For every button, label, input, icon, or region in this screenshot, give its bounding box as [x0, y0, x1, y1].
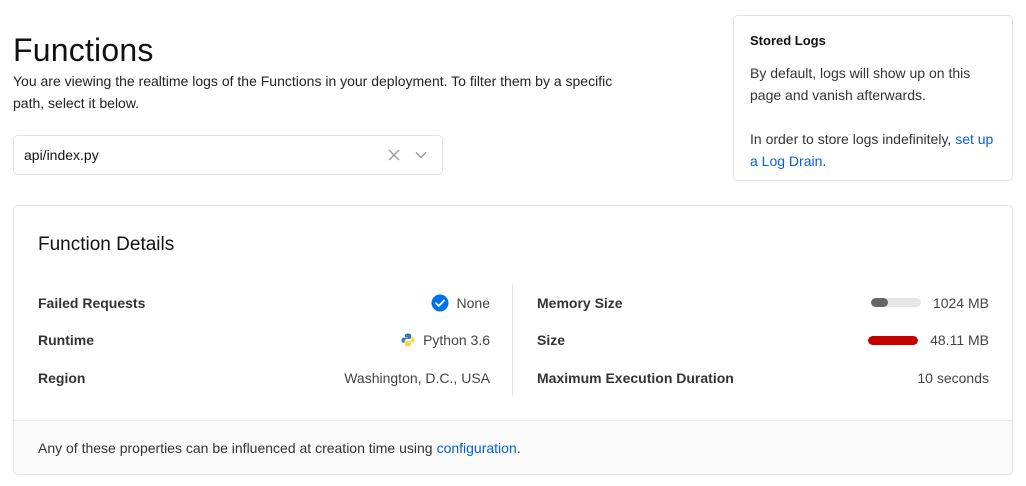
stored-logs-text: By default, logs will show up on this pa… — [750, 65, 971, 103]
path-select-value: api/index.py — [24, 147, 99, 163]
detail-value: Washington, D.C., USA — [344, 369, 490, 386]
details-footer: Any of these properties can be influence… — [14, 420, 1012, 474]
detail-label: Size — [537, 332, 566, 349]
page-title: Functions — [13, 32, 154, 68]
detail-value-wrap: Python 3.6 — [401, 332, 490, 348]
footer-suffix: . — [516, 439, 521, 456]
detail-label: Memory Size — [537, 294, 623, 311]
function-details-card: Function Details Failed Requests None Ru… — [13, 205, 1013, 475]
detail-value: None — [456, 294, 490, 311]
memory-size-bar-fill — [870, 298, 889, 308]
stored-logs-title: Stored Logs — [750, 33, 826, 48]
detail-label: Region — [38, 369, 86, 386]
size-bar-fill — [868, 335, 919, 345]
path-select[interactable]: api/index.py — [13, 135, 443, 175]
detail-value: Python 3.6 — [423, 332, 490, 349]
detail-label: Failed Requests — [38, 294, 146, 311]
chevron-down-icon[interactable] — [410, 144, 432, 166]
detail-label: Runtime — [38, 332, 94, 349]
details-right-column: Memory Size 1024 MB Size 48.11 MB Maximu… — [537, 284, 989, 397]
detail-row-max-duration: Maximum Execution Duration 10 seconds — [537, 359, 989, 397]
detail-row-size: Size 48.11 MB — [537, 322, 989, 360]
close-icon[interactable] — [383, 144, 405, 166]
memory-size-bar — [870, 298, 921, 308]
size-bar — [868, 335, 919, 345]
detail-value: 48.11 MB — [930, 332, 989, 349]
configuration-link[interactable]: configuration — [437, 440, 517, 456]
stored-logs-drain-prefix: In order to store logs indefinitely, — [750, 131, 956, 147]
detail-value: 10 seconds — [917, 369, 989, 386]
python-icon — [401, 333, 415, 347]
detail-row-region: Region Washington, D.C., USA — [38, 359, 490, 397]
stored-logs-drain-text: In order to store logs indefinitely, set… — [750, 128, 996, 172]
detail-label: Maximum Execution Duration — [537, 369, 734, 386]
stored-logs-drain-suffix: . — [822, 153, 827, 169]
detail-row-runtime: Runtime Python 3.6 — [38, 322, 490, 360]
page-description: You are viewing the realtime logs of the… — [13, 73, 613, 111]
column-divider — [512, 284, 513, 396]
details-left-column: Failed Requests None Runtime Python 3.6 — [38, 284, 490, 397]
detail-value-wrap: None — [431, 294, 490, 312]
function-details-title: Function Details — [38, 234, 175, 255]
detail-row-memory-size: Memory Size 1024 MB — [537, 284, 989, 322]
check-circle-icon — [431, 294, 449, 312]
detail-row-failed-requests: Failed Requests None — [38, 284, 490, 322]
detail-value: 1024 MB — [932, 294, 989, 311]
detail-value-wrap: 48.11 MB — [868, 332, 989, 348]
footer-text: Any of these properties can be influence… — [38, 439, 433, 456]
stored-logs-card: Stored Logs By default, logs will show u… — [733, 15, 1013, 181]
detail-value-wrap: 1024 MB — [870, 294, 989, 311]
